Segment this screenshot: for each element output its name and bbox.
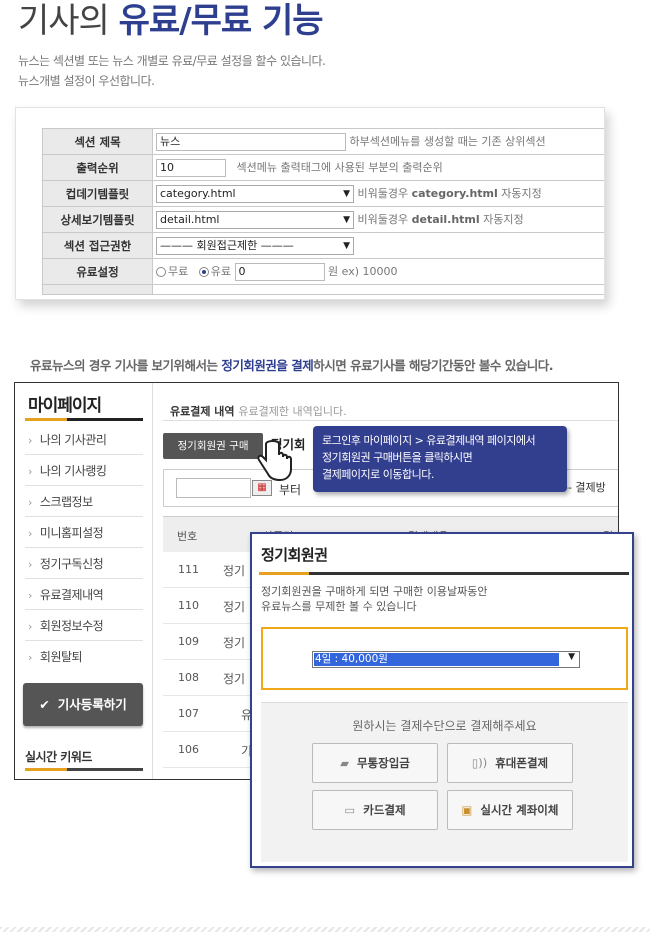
pay-history-heading: 유료결제 내역 유료결제한 내역입니다. <box>170 405 347 418</box>
hand-cursor-icon <box>257 440 292 482</box>
container-template-select[interactable]: category.html ▼ <box>156 184 354 203</box>
sidebar-item-minihome[interactable]: › 미니홈피설정 <box>28 524 104 541</box>
divider <box>25 516 143 517</box>
popup-title: 정기회원권 <box>261 546 328 564</box>
paid-radio-label: 유료 <box>210 264 231 278</box>
container-template-value: category.html <box>160 186 236 200</box>
card-icon: ▭ <box>344 803 356 817</box>
access-label: 섹션 접근권한 <box>42 232 153 259</box>
guide-tooltip: 로그인후 마이페이지 > 유료결제내역 페이지에서 정기회원권 구매버튼을 클릭… <box>313 426 567 492</box>
detail-template-select[interactable]: detail.html ▼ <box>156 210 354 229</box>
divider <box>25 578 143 579</box>
free-radio[interactable] <box>156 266 166 277</box>
phone-pay-button[interactable]: ▯)) 휴대폰결제 <box>447 743 573 783</box>
realtime-transfer-button[interactable]: ▣ 실시간 계좌이체 <box>447 790 573 830</box>
chevron-down-icon: ▼ <box>343 214 350 225</box>
section-title-hint: 하부섹션메뉴를 생성할 때는 기존 상위섹션 <box>349 134 546 148</box>
chevron-right-icon: › <box>28 527 32 540</box>
card-pay-button[interactable]: ▭ 카드결제 <box>312 790 438 830</box>
pay-amount-input[interactable]: 0 <box>234 262 325 281</box>
calendar-icon[interactable]: ▦ <box>252 480 272 496</box>
detail-template-value: detail.html <box>160 212 220 226</box>
section-settings-panel: 섹션 제목 뉴스 하부섹션메뉴를 생성할 때는 기존 상위섹션 출력순위 10 … <box>15 107 605 300</box>
mypage-title: 마이페이지 <box>28 396 102 416</box>
bank-transfer-button[interactable]: ▰ 무통장입금 <box>312 743 438 783</box>
popup-description: 정기회원권을 구매하게 되면 구매한 이용날짜동안 유료뉴스를 무제한 볼 수 … <box>261 585 488 613</box>
bottom-divider <box>0 927 650 932</box>
phone-icon: ▯)) <box>471 756 488 770</box>
sidebar-item-scrap[interactable]: › 스크랩정보 <box>28 493 93 510</box>
divider <box>25 485 143 486</box>
order-hint: 섹션메뉴 출력태그에 사용된 부분의 출력순위 <box>236 160 443 174</box>
from-label: 부터 <box>279 483 302 497</box>
chevron-right-icon: › <box>28 558 32 571</box>
section-settings-table: 섹션 제목 뉴스 하부섹션메뉴를 생성할 때는 기존 상위섹션 출력순위 10 … <box>42 128 604 295</box>
chevron-right-icon: › <box>28 496 32 509</box>
detail-template-label: 상세보기템플릿 <box>42 206 153 233</box>
order-label: 출력순위 <box>42 154 153 181</box>
chevron-right-icon: › <box>28 620 32 633</box>
plan-select-box: 4일 : 40,000원 ▼ <box>261 627 628 690</box>
transfer-icon: ▣ <box>461 803 473 817</box>
sidebar-item-member-edit[interactable]: › 회원정보수정 <box>28 617 104 634</box>
membership-popup: 정기회원권 정기회원권을 구매하게 되면 구매한 이용날짜동안 유료뉴스를 무제… <box>250 532 634 868</box>
title-highlight: 유료/무료 기능 <box>118 1 324 41</box>
description-line-2: 뉴스개별 설정이 우선합니다. <box>18 74 155 88</box>
title-prefix: 기사의 <box>18 1 119 41</box>
table-footer <box>42 284 153 295</box>
pay-amount-unit: 원 ex) 10000 <box>328 264 398 278</box>
section-title-input[interactable]: 뉴스 <box>156 132 346 151</box>
container-template-label: 컵데기템플릿 <box>42 180 153 207</box>
register-article-button[interactable]: ✔ 기사등록하기 <box>23 683 143 726</box>
chevron-right-icon: › <box>28 465 32 478</box>
chevron-right-icon: › <box>28 589 32 602</box>
section-title-label: 섹션 제목 <box>42 128 153 155</box>
chevron-down-icon: ▼ <box>568 652 575 662</box>
access-select[interactable]: ——— 회원접근제한 ——— ▼ <box>156 236 354 255</box>
paid-news-note: 유료뉴스의 경우 기사를 보기위해서는 정기회원권을 결제하시면 유료기사를 해… <box>30 358 553 373</box>
bankbook-icon: ▰ <box>340 756 349 770</box>
description-line-1: 뉴스는 섹션별 또는 뉴스 개별로 유료/무료 설정을 할수 있습니다. <box>18 54 326 68</box>
payment-prompt: 원하시는 결제수단으로 결제해주세요 <box>352 719 537 733</box>
realtime-keyword-title: 실시간 키워드 <box>25 750 92 764</box>
free-radio-label: 무료 <box>168 264 189 278</box>
payment-method-box: 원하시는 결제수단으로 결제해주세요 ▰ 무통장입금 ▯)) 휴대폰결제 ▭ 카드결제… <box>261 702 628 862</box>
tooltip-line-2: 정기회원권 구매버튼을 클릭하시면 <box>322 451 473 464</box>
title-underline <box>25 418 143 421</box>
col-no: 번호 <box>177 530 198 543</box>
sidebar-item-subscription[interactable]: › 정기구독신청 <box>28 555 104 572</box>
page-title: 기사의 유료/무료 기능 <box>18 0 324 42</box>
popup-title-underline <box>259 572 629 575</box>
divider <box>25 454 143 455</box>
pay-setting-label: 유료설정 <box>42 258 153 285</box>
container-template-hint: 비워둘경우 category.html 자동지정 <box>357 186 542 200</box>
sidebar-item-withdraw[interactable]: › 회원탈퇴 <box>28 648 83 665</box>
chevron-down-icon: ▼ <box>343 188 350 199</box>
chevron-down-icon: ✔ <box>39 697 50 712</box>
detail-template-hint: 비워둘경우 detail.html 자동지정 <box>357 212 524 226</box>
divider <box>163 420 618 421</box>
divider <box>25 640 143 641</box>
buy-membership-button[interactable]: 정기회원권 구매 <box>163 433 263 459</box>
divider <box>25 609 143 610</box>
chevron-right-icon: › <box>28 651 32 664</box>
plan-select-value: 4일 : 40,000원 <box>314 653 559 666</box>
chevron-right-icon: › <box>28 434 32 447</box>
start-date-input[interactable] <box>176 478 251 498</box>
divider <box>25 547 143 548</box>
access-value: ——— 회원접근제한 ——— <box>160 238 294 252</box>
keyword-underline <box>25 768 143 771</box>
sidebar-item-pay-history[interactable]: › 유료결제내역 <box>28 586 104 603</box>
pay-method-select[interactable]: -- 결제방 <box>564 478 618 498</box>
sidebar-item-article-manage[interactable]: › 나의 기사관리 <box>28 431 107 448</box>
order-input[interactable]: 10 <box>156 158 226 177</box>
plan-select[interactable]: 4일 : 40,000원 ▼ <box>312 651 580 668</box>
tooltip-line-3: 결제페이지로 이동합니다. <box>322 468 434 481</box>
paid-radio[interactable] <box>198 266 209 277</box>
sidebar-divider <box>152 383 153 779</box>
tooltip-line-1: 로그인후 마이페이지 > 유료결제내역 페이지에서 <box>322 434 536 447</box>
chevron-down-icon: ▼ <box>343 240 350 251</box>
sidebar-item-article-ranking[interactable]: › 나의 기사랭킹 <box>28 462 107 479</box>
